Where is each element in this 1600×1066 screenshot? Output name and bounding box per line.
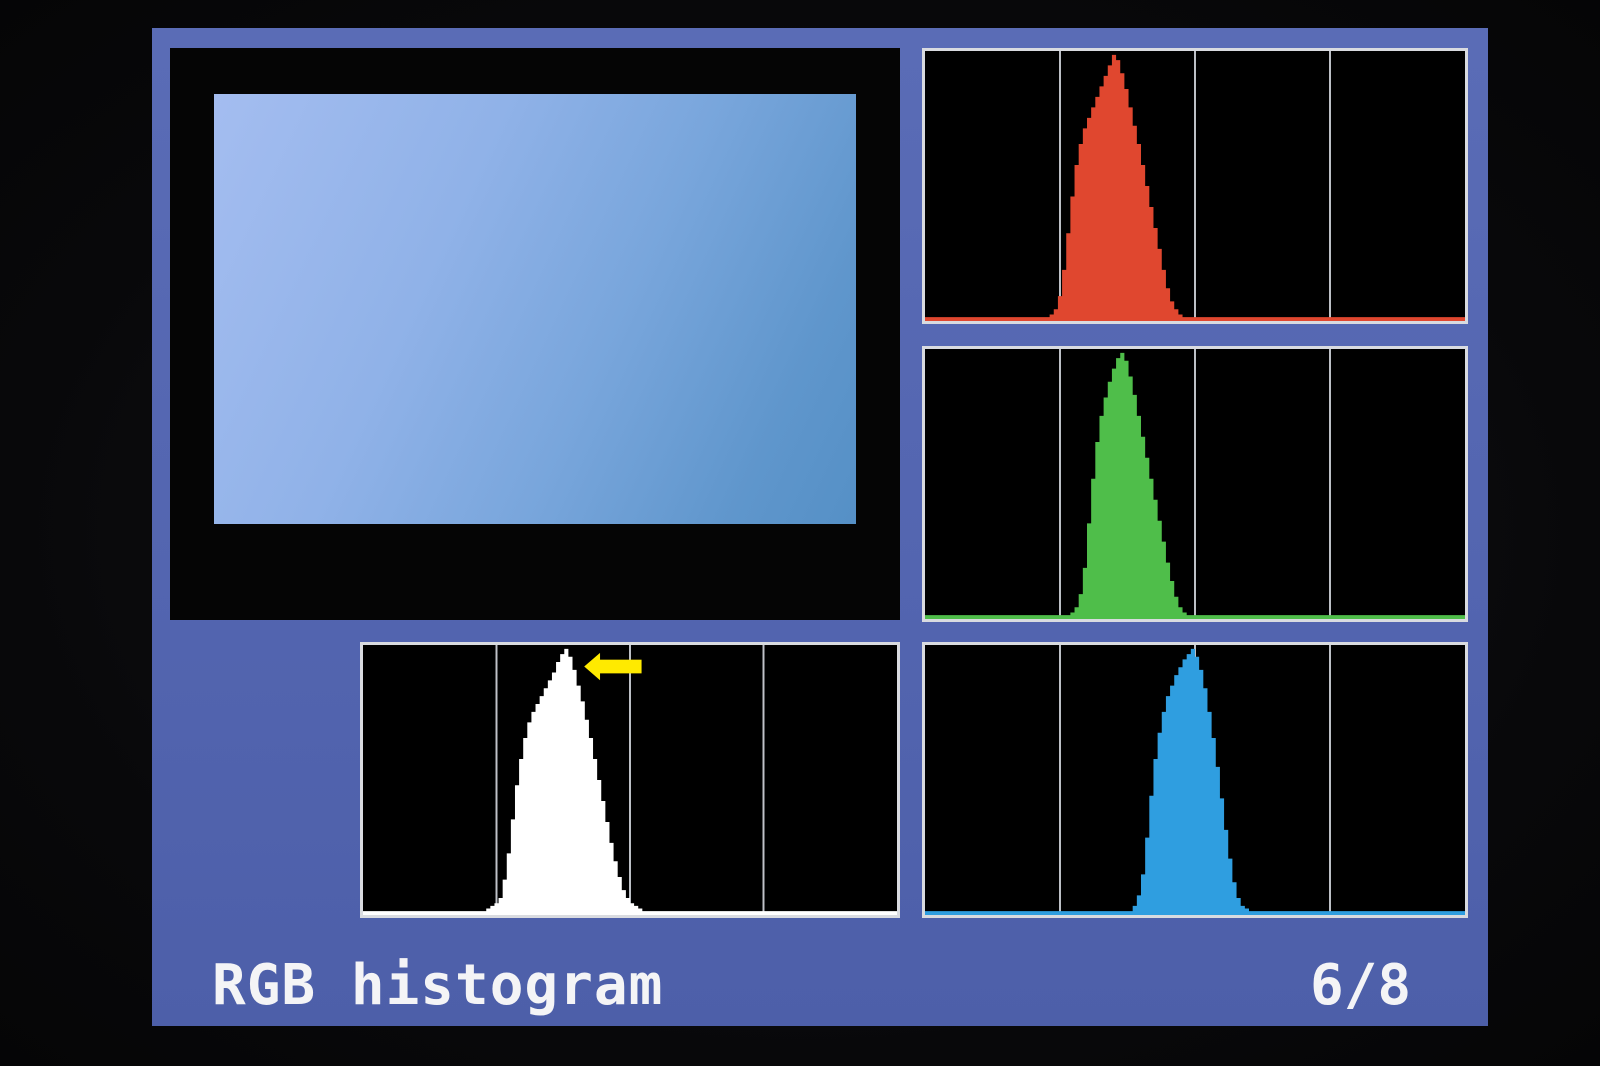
histogram-blue [922,642,1468,918]
histogram-luminance [360,642,900,918]
histogram-blue-plot [925,645,1465,915]
image-preview-thumbnail [214,94,856,524]
histogram-red-plot [925,51,1465,321]
histogram-luminance-plot [363,645,897,915]
histogram-area-blue [925,648,1465,915]
histogram-green-plot [925,349,1465,619]
screen-title: RGB histogram [212,953,664,1018]
peak-arrow-icon [584,652,642,681]
page-indicator: 6/8 [1310,953,1412,1018]
histogram-green [922,346,1468,622]
histogram-red [922,48,1468,324]
